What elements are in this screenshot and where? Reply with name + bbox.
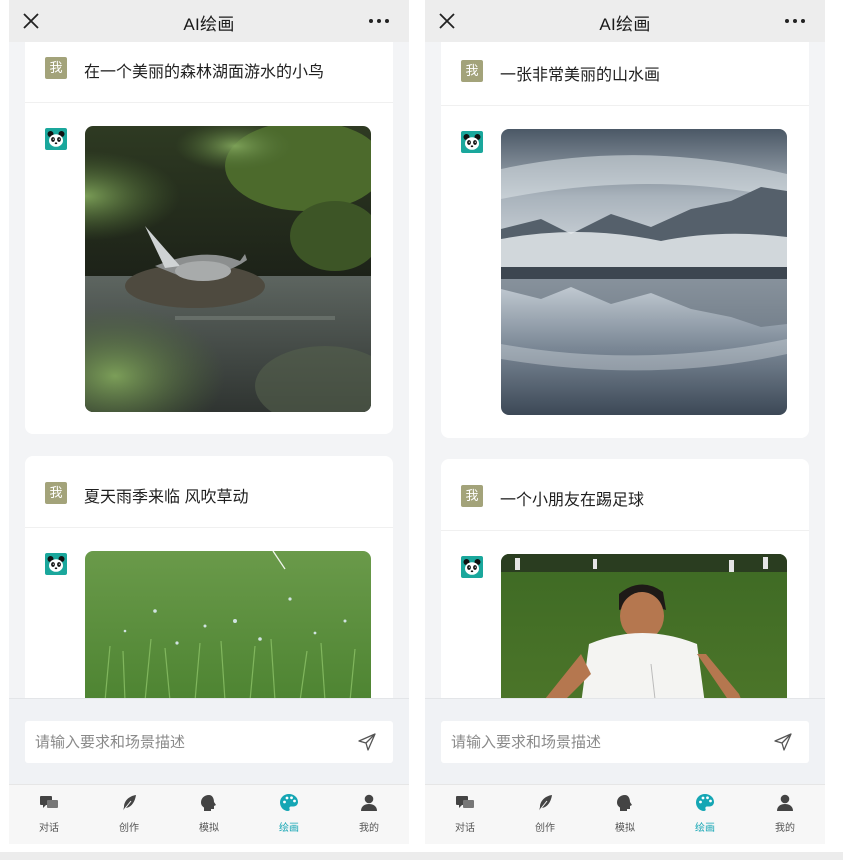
input-box <box>441 721 809 763</box>
input-box <box>25 721 393 763</box>
prompt-input[interactable] <box>35 721 345 763</box>
user-avatar: 我 <box>461 485 483 507</box>
chat-card: 我 一张非常美丽的山水画 <box>441 42 809 438</box>
prompt-input[interactable] <box>451 721 761 763</box>
prompt-text: 一张非常美丽的山水画 <box>500 67 661 84</box>
phone-screen-left: AI绘画 我 在一个美丽的森林湖面游水的小鸟 我 夏天雨季来临 风吹草动 请输入… <box>9 0 409 844</box>
divider <box>25 102 393 103</box>
input-bar <box>425 698 825 784</box>
top-bar: AI绘画 <box>425 0 825 42</box>
page: AI绘画 我 在一个美丽的森林湖面游水的小鸟 我 夏天雨季来临 风吹草动 请输入… <box>0 0 843 860</box>
user-avatar: 我 <box>45 57 67 79</box>
tab-label: 我的 <box>775 823 795 834</box>
tab-label: 模拟 <box>615 823 635 834</box>
send-icon[interactable] <box>773 732 793 752</box>
divider <box>25 527 393 528</box>
tab-label: 对话 <box>455 823 475 834</box>
divider <box>441 105 809 106</box>
tab-label: 模拟 <box>199 823 219 834</box>
tab-create[interactable]: 创作 <box>505 785 585 844</box>
tab-draw[interactable]: 绘画 <box>665 785 745 844</box>
more-dots-icon[interactable] <box>783 11 807 31</box>
tab-label: 创作 <box>119 823 139 834</box>
palette-icon <box>279 793 299 813</box>
feather-icon <box>535 793 555 813</box>
tab-chat[interactable]: 对话 <box>9 785 89 844</box>
bot-avatar-panda-icon <box>45 128 67 150</box>
chat-card: 我 在一个美丽的森林湖面游水的小鸟 <box>25 42 393 434</box>
tab-label: 绘画 <box>695 823 715 834</box>
chat-icon <box>39 793 59 813</box>
palette-icon <box>695 793 715 813</box>
tab-chat[interactable]: 对话 <box>425 785 505 844</box>
tab-label: 对话 <box>39 823 59 834</box>
tab-create[interactable]: 创作 <box>89 785 169 844</box>
generated-image-landscape[interactable] <box>501 129 787 415</box>
tab-label: 我的 <box>359 823 379 834</box>
bot-avatar-panda-icon <box>45 553 67 575</box>
input-bar <box>9 698 409 784</box>
user-avatar: 我 <box>45 482 67 504</box>
send-icon[interactable] <box>357 732 377 752</box>
prompt-text: 一个小朋友在踢足球 <box>500 492 645 509</box>
more-dots-icon[interactable] <box>367 11 391 31</box>
chat-card: 我 夏天雨季来临 风吹草动 <box>25 456 393 698</box>
tab-simulate[interactable]: 模拟 <box>169 785 249 844</box>
tab-label: 创作 <box>535 823 555 834</box>
chat-feed[interactable]: 我 一张非常美丽的山水画 我 一个小朋友在踢足球 <box>425 42 825 698</box>
top-bar: AI绘画 <box>9 0 409 42</box>
page-title: AI绘画 <box>599 15 651 34</box>
tab-bar: 对话 创作 模拟 绘画 我的 <box>9 784 409 844</box>
divider <box>441 530 809 531</box>
chat-feed[interactable]: 我 在一个美丽的森林湖面游水的小鸟 我 夏天雨季来临 风吹草动 <box>9 42 409 698</box>
phone-screen-right: AI绘画 我 一张非常美丽的山水画 我 一个小朋友在踢足球 请输入要求和场景描述… <box>425 0 825 844</box>
chat-icon <box>455 793 475 813</box>
user-icon <box>359 793 379 813</box>
bot-avatar-panda-icon <box>461 131 483 153</box>
tab-profile[interactable]: 我的 <box>745 785 825 844</box>
bottom-strip <box>0 852 843 860</box>
head-icon <box>615 793 635 813</box>
page-title: AI绘画 <box>183 15 235 34</box>
generated-image-football[interactable] <box>501 554 787 698</box>
generated-image-grass[interactable] <box>85 551 371 698</box>
tab-profile[interactable]: 我的 <box>329 785 409 844</box>
prompt-text: 夏天雨季来临 风吹草动 <box>84 489 249 506</box>
bot-avatar-panda-icon <box>461 556 483 578</box>
tab-draw[interactable]: 绘画 <box>249 785 329 844</box>
feather-icon <box>119 793 139 813</box>
user-avatar: 我 <box>461 60 483 82</box>
prompt-text: 在一个美丽的森林湖面游水的小鸟 <box>84 64 325 81</box>
generated-image-bird[interactable] <box>85 126 371 412</box>
tab-label: 绘画 <box>279 823 299 834</box>
head-icon <box>199 793 219 813</box>
tab-bar: 对话 创作 模拟 绘画 我的 <box>425 784 825 844</box>
user-icon <box>775 793 795 813</box>
tab-simulate[interactable]: 模拟 <box>585 785 665 844</box>
chat-card: 我 一个小朋友在踢足球 <box>441 459 809 698</box>
